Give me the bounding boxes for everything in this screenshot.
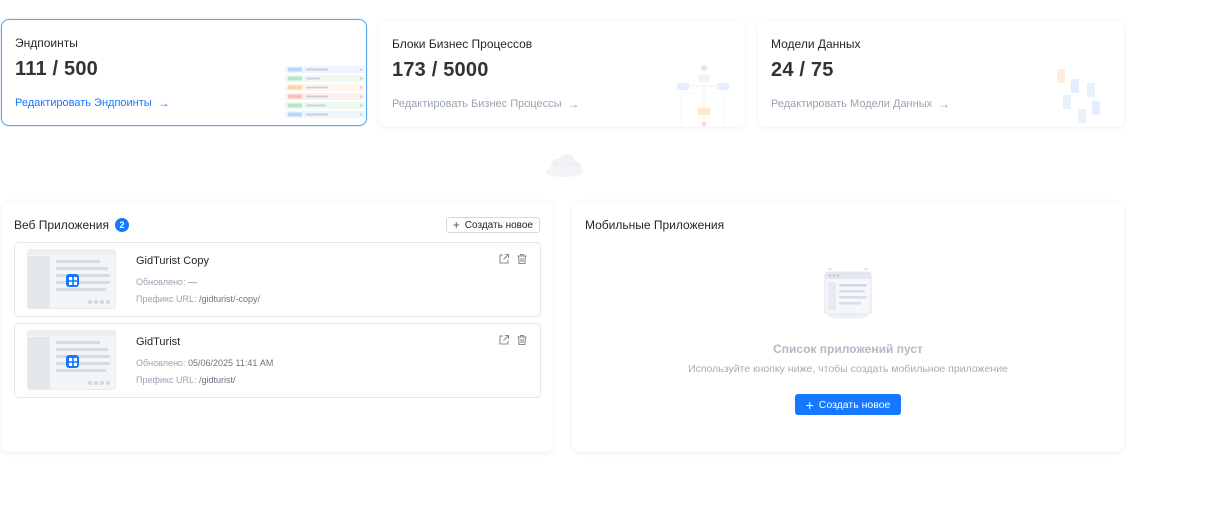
stat-value: 173 / 5000 [392, 59, 489, 81]
plus-icon: + [452, 218, 460, 232]
web-apps-panel: Веб Приложения 2 + Создать новое GidTuri… [1, 202, 553, 452]
endpoints-illustration [285, 66, 365, 118]
app-updated: Обновлено: — [136, 277, 197, 287]
external-link-icon[interactable] [498, 253, 510, 265]
updated-label: Обновлено: [136, 277, 186, 287]
item-actions [498, 253, 528, 265]
mobile-apps-title: Мобильные Приложения [585, 218, 725, 232]
link-label: Редактировать Бизнес Процессы [392, 98, 562, 110]
app-prefix: Префикс URL: /gidturist/-copy/ [136, 294, 260, 304]
create-mobile-app-button[interactable]: + Создать новое [795, 394, 901, 415]
stat-value: 111 / 500 [15, 58, 99, 80]
item-actions [498, 334, 528, 346]
prefix-value: /gidturist/ [198, 375, 236, 385]
updated-value: — [187, 277, 197, 287]
stat-value: 24 / 75 [771, 59, 834, 81]
panel-title: Мобильные Приложения [585, 218, 724, 232]
cloud-icon [545, 154, 583, 177]
external-link-icon[interactable] [498, 334, 510, 346]
create-web-app-button[interactable]: + Создать новое [445, 217, 540, 233]
button-label: Создать новое [464, 219, 533, 231]
app-name: GidTurist Copy [136, 255, 209, 267]
app-prefix: Префикс URL: /gidturist/ [136, 375, 236, 385]
app-thumbnail [27, 330, 116, 390]
mobile-apps-panel: Мобильные Приложения Список приложений п… [572, 202, 1124, 452]
edit-business-processes-link[interactable]: Редактировать Бизнес Процессы → [392, 98, 580, 110]
stat-title: Эндпоинты [15, 36, 78, 50]
updated-value: 05/06/2025 11:41 AM [187, 358, 274, 368]
prefix-label: Префикс URL: [136, 375, 197, 385]
stat-title: Блоки Бизнес Процессов [392, 37, 533, 51]
stat-card-business-processes[interactable]: Блоки Бизнес Процессов 173 / 5000 Редакт… [379, 21, 745, 127]
prefix-label: Префикс URL: [136, 294, 197, 304]
empty-list-icon [824, 267, 872, 319]
plus-icon: + [805, 396, 814, 413]
app-grid-icon [66, 355, 79, 368]
empty-state-title: Список приложений пуст [773, 342, 923, 356]
web-apps-title: Веб Приложения [14, 218, 109, 232]
stat-card-endpoints[interactable]: Эндпоинты 111 / 500 Редактировать Эндпои… [1, 19, 367, 126]
stat-title: Модели Данных [771, 37, 861, 51]
count-badge: 2 [114, 218, 129, 232]
trash-icon[interactable] [516, 253, 528, 265]
app-grid-icon [66, 274, 79, 287]
arrow-right-icon: → [157, 96, 170, 110]
panel-title: Веб Приложения 2 [14, 218, 129, 232]
data-models-illustration [1057, 69, 1100, 123]
empty-state-subtitle: Используйте кнопку ниже, чтобы создать м… [688, 363, 1008, 375]
trash-icon[interactable] [516, 334, 528, 346]
flow-illustration [677, 65, 729, 127]
stat-card-data-models[interactable]: Модели Данных 24 / 75 Редактировать Моде… [758, 21, 1124, 127]
app-updated: Обновлено: 05/06/2025 11:41 AM [136, 358, 273, 368]
updated-label: Обновлено: [136, 358, 186, 368]
link-label: Редактировать Модели Данных [771, 98, 933, 110]
edit-endpoints-link[interactable]: Редактировать Эндпоинты → [15, 97, 170, 109]
app-thumbnail [27, 249, 116, 309]
arrow-right-icon: → [938, 97, 951, 111]
link-label: Редактировать Эндпоинты [15, 97, 152, 109]
edit-data-models-link[interactable]: Редактировать Модели Данных → [771, 98, 950, 110]
arrow-right-icon: → [567, 97, 580, 111]
app-name: GidTurist [136, 336, 181, 348]
button-label: Создать новое [818, 398, 891, 411]
web-app-item[interactable]: GidTurist Copy Обновлено: — Префикс URL:… [14, 242, 541, 317]
web-app-item[interactable]: GidTurist Обновлено: 05/06/2025 11:41 AM… [14, 323, 541, 398]
prefix-value: /gidturist/-copy/ [198, 294, 261, 304]
